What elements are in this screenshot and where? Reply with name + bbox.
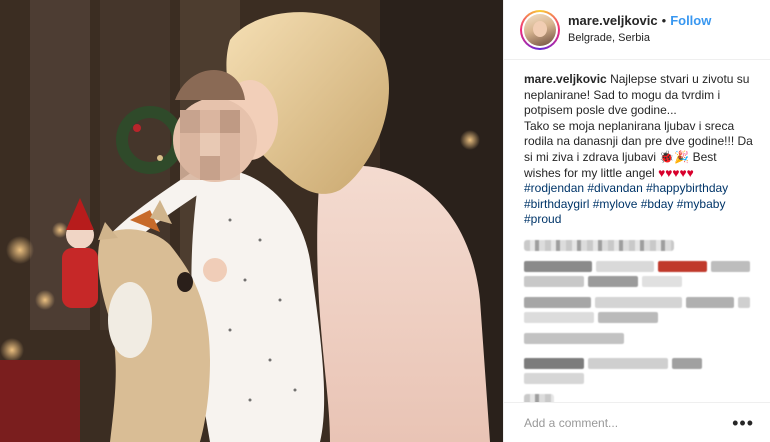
blurred-comment (524, 393, 554, 402)
avatar-image (524, 13, 556, 46)
header-text: mare.veljkovic • Follow Belgrade, Serbia (568, 13, 711, 46)
post-photo[interactable] (0, 0, 503, 442)
post-side-panel: mare.veljkovic • Follow Belgrade, Serbia… (503, 0, 770, 442)
blurred-comment (524, 296, 754, 308)
post-caption: mare.veljkovic Najlepse stvari u zivotu … (524, 72, 754, 228)
caption-username-link[interactable]: mare.veljkovic (524, 72, 607, 86)
photo-illustration (0, 0, 503, 442)
blurred-comment (524, 357, 754, 369)
header-username-link[interactable]: mare.veljkovic (568, 13, 658, 29)
blurred-comment (524, 260, 754, 272)
follow-button[interactable]: Follow (670, 13, 711, 29)
location-link[interactable]: Belgrade, Serbia (568, 30, 711, 46)
blurred-comment (524, 311, 754, 323)
blurred-comment (524, 275, 754, 287)
caption-emoji: 🐞🎉 (659, 149, 690, 164)
separator-dot: • (661, 13, 667, 28)
blurred-comment (524, 332, 754, 344)
caption-hearts: ♥♥♥♥♥ (658, 165, 694, 180)
add-comment-input[interactable]: Add a comment... (524, 416, 618, 430)
more-options-icon[interactable]: ••• (732, 414, 754, 432)
caption-text-2: Tako se moja neplanirana ljubav i sreca … (524, 118, 753, 164)
avatar[interactable] (520, 9, 560, 50)
post-header: mare.veljkovic • Follow Belgrade, Serbia (504, 0, 770, 60)
instagram-post: mare.veljkovic • Follow Belgrade, Serbia… (0, 0, 770, 442)
caption-hashtags[interactable]: #rodjendan #divandan #happybirthday #bir… (524, 181, 728, 226)
blurred-comment (524, 372, 754, 384)
comment-bar: Add a comment... ••• (504, 402, 770, 442)
comments-area: mare.veljkovic Najlepse stvari u zivotu … (504, 60, 770, 402)
blurred-comment (524, 239, 674, 251)
